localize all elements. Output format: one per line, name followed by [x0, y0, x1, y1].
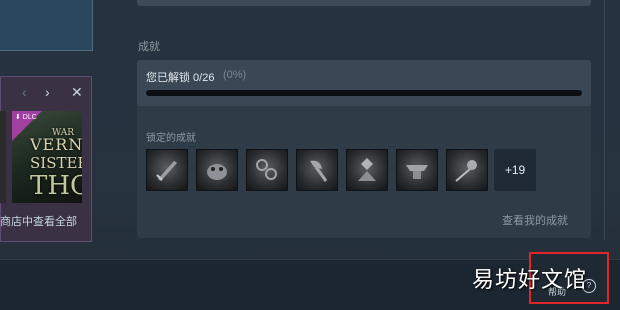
dlc-art-line3: SISTER [30, 154, 82, 172]
skull-dagger-icon[interactable] [446, 149, 488, 191]
dlc-art-line4: THO [30, 171, 82, 201]
dlc-thumbnail[interactable]: ⬇ DLC WAR VERN SISTER THO [12, 111, 82, 203]
chain-icon[interactable] [246, 149, 288, 191]
beast-icon[interactable] [196, 149, 238, 191]
download-icon: ⬇ DLC [15, 114, 37, 121]
left-media-panel[interactable] [0, 0, 93, 51]
locked-achievements-label: 锁定的成就 [146, 133, 196, 144]
divider [604, 0, 605, 240]
unlocked-percent: (0%) [223, 69, 247, 81]
gem-warrior-icon[interactable] [346, 149, 388, 191]
sword-icon[interactable] [146, 149, 188, 191]
watermark: 易坊好文馆 [472, 268, 588, 293]
top-panel-edge [137, 0, 591, 6]
dlc-next-button[interactable]: › [45, 84, 50, 100]
more-achievements-count[interactable]: +19 [494, 149, 536, 191]
dlc-close-button[interactable]: ✕ [71, 84, 83, 101]
achievements-section-title: 成就 [138, 41, 160, 53]
dlc-thumbnail-previous[interactable] [0, 111, 6, 203]
dlc-prev-button[interactable]: ‹ [22, 84, 27, 100]
view-my-achievements-link[interactable]: 查看我的成就 [502, 212, 568, 228]
achievement-progress-bar [146, 90, 582, 96]
unlocked-count: 您已解锁 0/26 [146, 72, 215, 84]
dlc-art-line2: VERN [30, 135, 82, 154]
axe-icon[interactable] [296, 149, 338, 191]
anvil-icon[interactable] [396, 149, 438, 191]
view-all-in-store-link[interactable]: 商店中查看全部 [0, 213, 77, 229]
